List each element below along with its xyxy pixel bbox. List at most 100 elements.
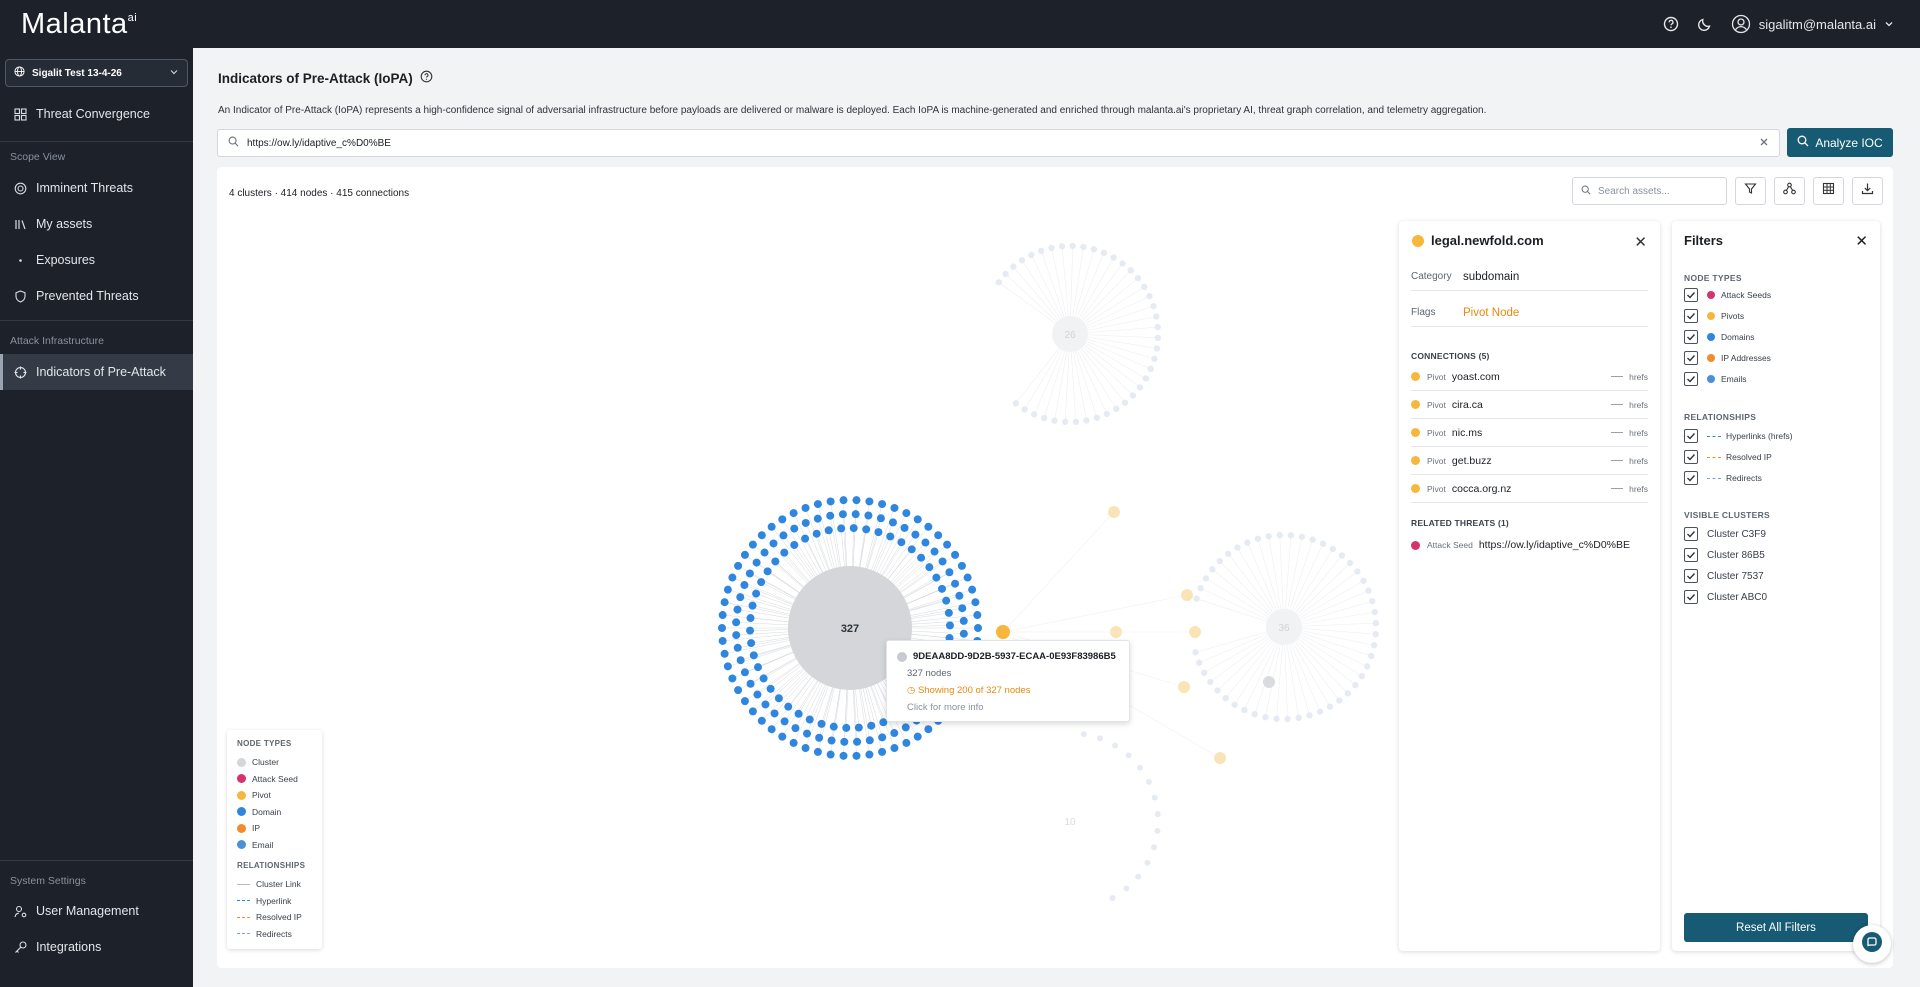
domain-node[interactable] xyxy=(840,737,849,746)
faded-domain-node[interactable] xyxy=(1265,533,1272,540)
domain-node[interactable] xyxy=(826,511,835,520)
domain-node[interactable] xyxy=(789,509,798,518)
domain-node[interactable] xyxy=(734,686,743,695)
domain-node[interactable] xyxy=(791,724,800,733)
domain-node[interactable] xyxy=(911,530,920,539)
faded-domain-node[interactable] xyxy=(1080,243,1087,251)
domain-node[interactable] xyxy=(746,614,755,623)
filter-relationship[interactable]: Redirects xyxy=(1684,470,1762,486)
faded-domain-node[interactable] xyxy=(1254,535,1262,542)
domain-node[interactable] xyxy=(902,509,911,518)
checkbox[interactable] xyxy=(1684,309,1698,323)
domain-node[interactable] xyxy=(803,729,812,738)
domain-node[interactable] xyxy=(794,709,803,718)
faded-pivot-node[interactable] xyxy=(1178,681,1190,693)
faded-domain-node[interactable] xyxy=(1295,714,1302,722)
domain-node[interactable] xyxy=(900,523,909,532)
domain-node[interactable] xyxy=(774,694,783,703)
domain-node[interactable] xyxy=(852,751,861,760)
faded-domain-node[interactable] xyxy=(1002,270,1009,278)
domain-node[interactable] xyxy=(752,558,761,567)
domain-node[interactable] xyxy=(728,674,737,683)
faded-domain-node[interactable] xyxy=(1284,715,1291,723)
checkbox[interactable] xyxy=(1684,330,1698,344)
filter-cluster[interactable]: Cluster ABC0 xyxy=(1684,589,1767,605)
domain-node[interactable] xyxy=(778,732,787,741)
checkbox[interactable] xyxy=(1684,471,1698,485)
domain-node[interactable] xyxy=(951,550,960,559)
connection-item[interactable]: Pivot cira.ca hrefs xyxy=(1411,391,1648,419)
domain-node[interactable] xyxy=(769,539,778,548)
filter-relationship[interactable]: Hyperlinks (hrefs) xyxy=(1684,428,1793,444)
faded-domain-node[interactable] xyxy=(1030,411,1038,418)
faded-domain-node[interactable] xyxy=(1306,712,1313,719)
faded-domain-node[interactable] xyxy=(1048,244,1055,252)
app-logo[interactable]: Malantaai xyxy=(21,8,137,41)
filter-cluster[interactable]: Cluster 7537 xyxy=(1684,568,1764,584)
chat-button[interactable] xyxy=(1853,925,1891,963)
domain-node[interactable] xyxy=(865,497,874,506)
faded-domain-node[interactable] xyxy=(1214,687,1221,694)
domain-node[interactable] xyxy=(945,568,954,577)
faded-domain-node[interactable] xyxy=(1072,418,1080,426)
faded-domain-node[interactable] xyxy=(1298,533,1306,540)
domain-node[interactable] xyxy=(780,548,789,557)
faded-domain-node[interactable] xyxy=(1200,669,1208,676)
faded-domain-node[interactable] xyxy=(1150,844,1157,851)
faded-domain-node[interactable] xyxy=(1142,375,1150,382)
domain-node[interactable] xyxy=(815,733,824,742)
filter-node-type[interactable]: Domains xyxy=(1684,329,1755,345)
faded-domain-node[interactable] xyxy=(1369,597,1376,605)
faded-domain-node[interactable] xyxy=(1365,587,1372,594)
faded-domain-node[interactable] xyxy=(1127,267,1134,274)
domain-node[interactable] xyxy=(757,578,766,587)
faded-domain-node[interactable] xyxy=(1154,323,1161,331)
faded-domain-node[interactable] xyxy=(1109,895,1116,902)
domain-node[interactable] xyxy=(740,668,749,677)
faded-domain-node[interactable] xyxy=(1151,355,1158,363)
faded-domain-node[interactable] xyxy=(1028,251,1035,259)
org-selector[interactable]: Sigalit Test 13-4-26 xyxy=(5,59,188,87)
faded-domain-node[interactable] xyxy=(1371,608,1378,616)
faded-domain-node[interactable] xyxy=(1326,703,1334,710)
domain-node[interactable] xyxy=(890,503,899,512)
faded-domain-node[interactable] xyxy=(1121,399,1129,406)
domain-node[interactable] xyxy=(968,585,977,594)
faded-domain-node[interactable] xyxy=(1358,672,1366,680)
domain-node[interactable] xyxy=(924,725,933,734)
domain-node[interactable] xyxy=(913,732,922,741)
faded-domain-node[interactable] xyxy=(1336,697,1343,704)
faded-domain-node[interactable] xyxy=(1146,293,1153,300)
faded-domain-node[interactable] xyxy=(1360,577,1367,584)
domain-node[interactable] xyxy=(784,702,793,711)
faded-domain-node[interactable] xyxy=(1151,794,1158,801)
faded-domain-node[interactable] xyxy=(1112,742,1119,749)
domain-node[interactable] xyxy=(767,725,776,734)
domain-node[interactable] xyxy=(813,514,822,523)
domain-node[interactable] xyxy=(718,636,727,645)
faded-domain-node[interactable] xyxy=(1338,552,1346,559)
domain-node[interactable] xyxy=(770,709,779,718)
domain-node[interactable] xyxy=(901,723,910,732)
faded-domain-node[interactable] xyxy=(1154,811,1161,818)
domain-node[interactable] xyxy=(732,631,741,640)
checkbox[interactable] xyxy=(1684,288,1698,302)
sidebar-item-prevented-threats[interactable]: Prevented Threats xyxy=(0,278,193,314)
domain-node[interactable] xyxy=(867,721,876,730)
domain-node[interactable] xyxy=(778,515,787,524)
filter-node-type[interactable]: Pivots xyxy=(1684,308,1744,324)
checkbox[interactable] xyxy=(1684,351,1698,365)
filter-relationship[interactable]: Resolved IP xyxy=(1684,449,1772,465)
domain-node[interactable] xyxy=(736,593,745,602)
faded-domain-node[interactable] xyxy=(1134,274,1142,282)
domain-node[interactable] xyxy=(934,531,943,540)
domain-node[interactable] xyxy=(865,750,874,759)
faded-domain-node[interactable] xyxy=(1251,711,1258,718)
faded-domain-node[interactable] xyxy=(1119,260,1126,267)
faded-domain-node[interactable] xyxy=(1276,531,1283,539)
sidebar-item-user-management[interactable]: User Management xyxy=(0,893,193,929)
filter-node-type[interactable]: IP Addresses xyxy=(1684,350,1771,366)
faded-domain-node[interactable] xyxy=(1129,392,1137,399)
domain-node[interactable] xyxy=(752,589,761,598)
domain-node[interactable] xyxy=(955,591,964,600)
